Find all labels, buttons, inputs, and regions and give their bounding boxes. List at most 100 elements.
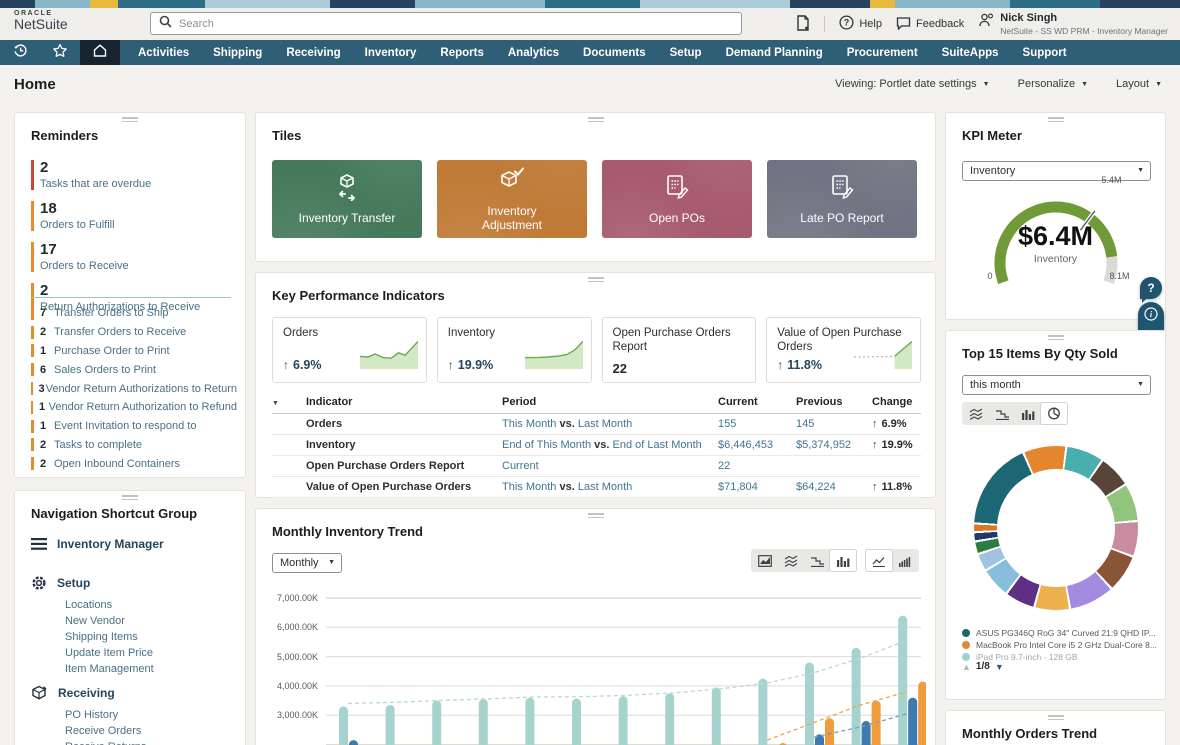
drag-handle[interactable] [588,513,604,520]
viewing-portlet-date-settings[interactable]: Viewing: Portlet date settings ▼ [835,78,990,90]
recent-records-button[interactable] [0,40,40,65]
search-input[interactable] [179,18,699,30]
kpi-table-header[interactable]: Change [872,393,921,414]
bar-teal[interactable] [479,699,488,745]
reminder-primary-item[interactable]: 17Orders to Receive [31,238,231,278]
shortcut-group-receiving[interactable]: Receiving [31,685,115,701]
tile-inventory-adjustment[interactable]: Inventory Adjustment [437,160,587,238]
chart-type-histogram-icon[interactable] [892,550,918,571]
bar-teal[interactable] [852,648,861,745]
shortcut-link-item-management[interactable]: Item Management [65,663,154,675]
drag-handle[interactable] [1048,117,1064,124]
reminder-secondary-item[interactable]: 6Sales Orders to Print [31,360,237,379]
bar-orange[interactable] [918,682,926,745]
reminder-secondary-item[interactable]: 1Vendor Return Authorization to Refund [31,398,237,417]
help-bubble-button[interactable]: ? [1140,277,1162,299]
shortcut-link-new-vendor[interactable]: New Vendor [65,615,125,627]
kpi-table-header[interactable]: Period [502,393,718,414]
kpi-table-row[interactable]: Value of Open Purchase OrdersThis Month … [272,477,921,498]
period-link[interactable]: This Month [502,418,556,430]
kpi-table-header[interactable]: Previous [796,393,872,414]
shortcut-link-shipping-items[interactable]: Shipping Items [65,631,138,643]
kpi-card-open-purchase-orders-report[interactable]: Open Purchase Orders Report22 [602,317,757,383]
kpi-card-inventory[interactable]: Inventory↑19.9% [437,317,592,383]
period-link[interactable]: Last Month [578,418,632,430]
nav-item-procurement[interactable]: Procurement [835,40,930,65]
kpi-card-orders[interactable]: Orders↑6.9% [272,317,427,383]
legend-item[interactable]: MacBook Pro Intel Core i5 2 GHz Dual-Cor… [962,639,1157,651]
drag-handle[interactable] [1048,335,1064,342]
shortcut-link-po-history[interactable]: PO History [65,709,118,721]
feedback-button[interactable]: Feedback [896,16,964,33]
kpi-table-row[interactable]: Open Purchase Orders ReportCurrent22 [272,456,921,477]
nav-item-shipping[interactable]: Shipping [201,40,274,65]
period-link[interactable]: This Month [502,481,556,493]
chart-type-column-icon[interactable] [1015,403,1041,424]
quick-add-button[interactable] [796,15,810,34]
personalize-menu[interactable]: Personalize ▼ [1018,78,1088,90]
nav-item-demand-planning[interactable]: Demand Planning [714,40,835,65]
nav-item-receiving[interactable]: Receiving [274,40,352,65]
chart-type-pie-icon[interactable] [1041,403,1067,424]
bar-teal[interactable] [805,662,814,745]
bar-teal[interactable] [432,701,441,745]
shortcut-link-locations[interactable]: Locations [65,599,112,611]
reminder-secondary-item[interactable]: 1Event Invitation to respond to [31,417,237,436]
help-button[interactable]: ? Help [839,15,882,33]
chart-type-line-icon[interactable] [866,550,892,571]
bar-teal[interactable] [386,705,395,745]
nav-item-activities[interactable]: Activities [126,40,201,65]
chart-type-step-icon[interactable] [804,550,830,571]
shortcut-link-receive-returns[interactable]: Receive Returns [65,741,146,745]
legend-page-down-icon[interactable]: ▼ [995,662,1004,672]
chart-type-area-icon[interactable] [752,550,778,571]
legend-page-up-icon[interactable]: ▲ [962,662,971,672]
kpi-current-value[interactable]: $71,804 [718,481,758,493]
legend-item[interactable]: ASUS PG346Q RoG 34" Curved 21:9 QHD IP..… [962,627,1157,639]
period-link[interactable]: Last Month [578,481,632,493]
tile-open-pos[interactable]: Open POs [602,160,752,238]
chart-type-multiline-icon[interactable] [778,550,804,571]
drag-handle[interactable] [122,117,138,124]
shortcut-group-setup[interactable]: Setup [31,575,90,591]
kpi-table-header[interactable]: Indicator [306,393,502,414]
shortcuts-button[interactable] [40,40,80,65]
reminder-primary-item[interactable]: 18Orders to Fulfill [31,197,231,237]
reminder-secondary-item[interactable]: 2Tasks to complete [31,436,237,455]
tile-late-po-report[interactable]: Late PO Report [767,160,917,238]
kpi-table-header[interactable]: Current [718,393,796,414]
drag-handle[interactable] [588,117,604,124]
nav-item-support[interactable]: Support [1011,40,1079,65]
chart-type-step-icon[interactable] [989,403,1015,424]
kpi-previous-value[interactable]: 145 [796,418,814,430]
bar-teal[interactable] [572,698,581,745]
layout-menu[interactable]: Layout ▼ [1116,78,1162,90]
nav-item-reports[interactable]: Reports [428,40,495,65]
top15-period-select[interactable]: this month ▼ [962,375,1151,395]
bar-blue[interactable] [908,698,917,745]
kpi-current-value[interactable]: $6,446,453 [718,439,773,451]
kpi-current-value[interactable]: 22 [718,460,730,472]
nav-item-inventory[interactable]: Inventory [353,40,429,65]
drag-handle[interactable] [588,277,604,284]
kpi-table-row[interactable]: InventoryEnd of This Month vs. End of La… [272,435,921,456]
reminder-secondary-item[interactable]: 7Transfer Orders to Ship [31,304,237,323]
nav-item-documents[interactable]: Documents [571,40,658,65]
reminder-secondary-item[interactable]: 2Transfer Orders to Receive [31,323,237,342]
chart-type-column-icon[interactable] [830,550,856,571]
kpi-current-value[interactable]: 155 [718,418,736,430]
bar-teal[interactable] [898,616,907,745]
bar-teal[interactable] [619,696,628,745]
shortcut-link-receive-orders[interactable]: Receive Orders [65,725,141,737]
period-link[interactable]: End of This Month [502,439,591,451]
table-menu-icon[interactable]: ▼ [272,400,279,407]
reminder-primary-item[interactable]: 2Tasks that are overdue [31,156,231,196]
bar-teal[interactable] [339,706,348,745]
home-button[interactable] [80,40,120,65]
nav-item-suiteapps[interactable]: SuiteApps [930,40,1011,65]
kpi-previous-value[interactable]: $5,374,952 [796,439,851,451]
kpi-table-row[interactable]: OrdersThis Month vs. Last Month155145↑6.… [272,414,921,435]
bar-teal[interactable] [712,687,721,745]
period-link[interactable]: End of Last Month [613,439,702,451]
reminder-secondary-item[interactable]: 2Open Inbound Containers [31,454,237,473]
